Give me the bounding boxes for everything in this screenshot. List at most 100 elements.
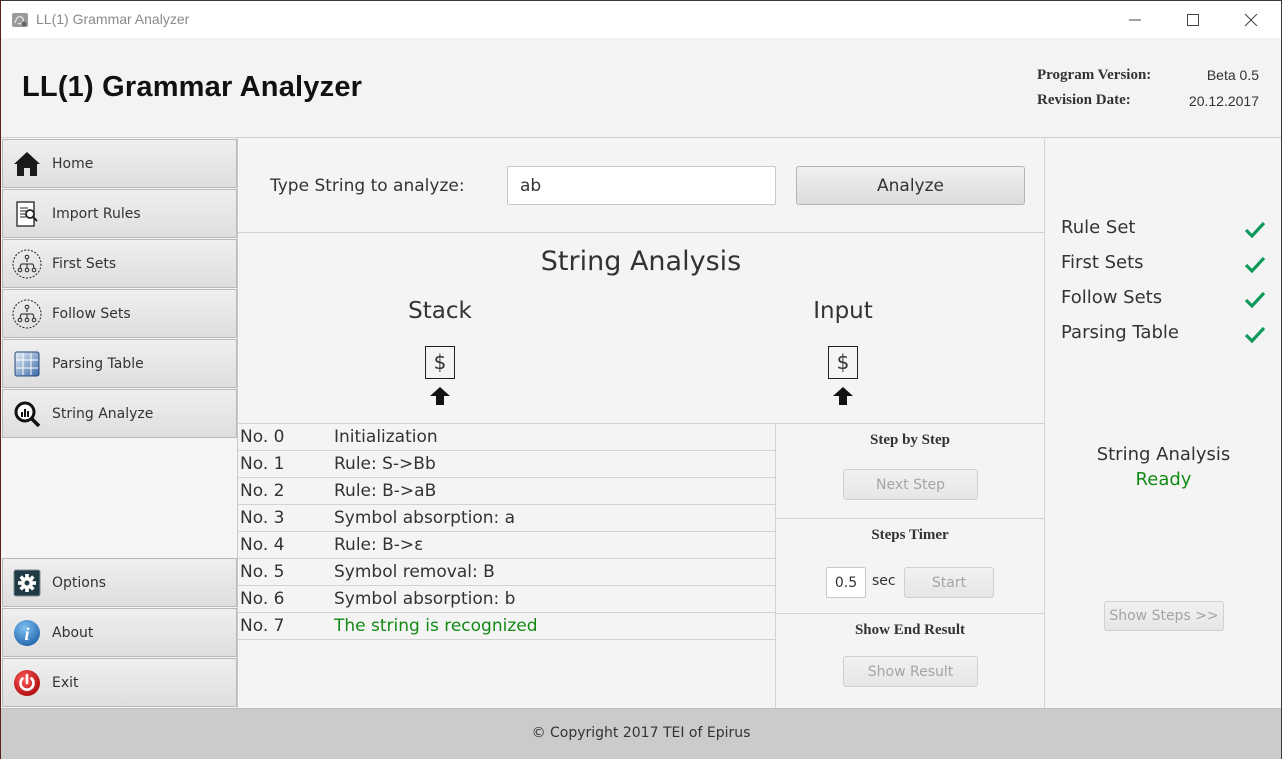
step-description: Symbol absorption: a <box>334 508 516 528</box>
status-label: Parsing Table <box>1061 322 1179 343</box>
stack-label: Stack <box>408 298 472 324</box>
step-row: No. 3 Symbol absorption: a <box>238 505 775 532</box>
section-title: String Analysis <box>540 246 742 277</box>
timer-unit-label: sec <box>872 573 896 589</box>
steps-timer-title: Steps Timer <box>871 527 949 543</box>
sidebar-item-label: About <box>52 624 94 641</box>
app-header: LL(1) Grammar Analyzer Program Version: … <box>1 38 1281 138</box>
copyright-text: © Copyright 2017 TEI of Epirus <box>531 725 751 741</box>
status-label: Rule Set <box>1061 217 1136 238</box>
info-icon: i <box>12 618 42 648</box>
string-input[interactable] <box>507 166 776 205</box>
window-titlebar: LL(1) Grammar Analyzer <box>0 0 1282 38</box>
steps-list: No. 0 Initialization No. 1 Rule: S->Bb No. 2… <box>238 423 776 708</box>
tree-icon <box>12 249 42 279</box>
close-button[interactable] <box>1222 1 1280 39</box>
step-number: No. 3 <box>240 508 285 528</box>
status-label: Follow Sets <box>1061 287 1163 308</box>
analysis-controls: Step by Step Next Step Steps Timer sec S… <box>776 423 1044 708</box>
chart-search-icon <box>12 399 42 429</box>
step-number: No. 4 <box>240 535 285 555</box>
status-label: First Sets <box>1061 252 1144 273</box>
home-icon <box>12 149 42 179</box>
step-row: No. 4 Rule: B->ε <box>238 532 775 559</box>
step-row: No. 0 Initialization <box>238 424 775 451</box>
show-result-button[interactable]: Show Result <box>843 656 978 687</box>
input-column-label: Input <box>813 298 873 324</box>
sidebar: Home Import Rules First Sets Follow Sets… <box>1 138 238 708</box>
analysis-status-title: String Analysis <box>1096 444 1231 465</box>
input-current-symbol: $ <box>828 346 858 379</box>
sidebar-item-label: Follow Sets <box>52 305 131 322</box>
start-timer-button[interactable]: Start <box>904 567 994 598</box>
gear-icon <box>12 568 42 598</box>
check-icon <box>1244 291 1266 309</box>
tree-icon <box>12 299 42 329</box>
step-row: No. 1 Rule: S->Bb <box>238 451 775 478</box>
step-description: Rule: B->ε <box>334 535 424 555</box>
check-icon <box>1244 326 1266 344</box>
stack-top-symbol: $ <box>425 346 455 379</box>
step-description: Initialization <box>334 427 438 447</box>
sidebar-item-label: Import Rules <box>52 205 141 222</box>
sidebar-item-label: String Analyze <box>52 405 154 422</box>
step-success-message: The string is recognized <box>334 616 538 636</box>
app-title: LL(1) Grammar Analyzer <box>22 71 363 103</box>
sidebar-item-label: Parsing Table <box>52 355 144 372</box>
check-icon <box>1244 256 1266 274</box>
steps-timer-section: Steps Timer sec Start <box>776 519 1044 614</box>
step-row: No. 7 The string is recognized <box>238 613 775 640</box>
step-description: Rule: B->aB <box>334 481 437 501</box>
app-icon <box>12 13 28 27</box>
sidebar-item-first-sets[interactable]: First Sets <box>2 239 237 288</box>
end-result-section: Show End Result Show Result <box>776 614 1044 709</box>
step-number: No. 6 <box>240 589 285 609</box>
svg-text:i: i <box>24 624 29 644</box>
window-title: LL(1) Grammar Analyzer <box>36 11 190 27</box>
footer: © Copyright 2017 TEI of Epirus <box>1 708 1281 759</box>
close-icon <box>1244 13 1258 27</box>
step-number: No. 2 <box>240 481 285 501</box>
input-pointer-arrow-icon <box>833 387 853 405</box>
step-by-step-title: Step by Step <box>869 432 951 448</box>
table-icon <box>12 349 42 379</box>
revision-date-label: Revision Date: <box>1037 92 1131 108</box>
sidebar-item-parsing-table[interactable]: Parsing Table <box>2 339 237 388</box>
main-panel: Type String to analyze: Analyze String A… <box>238 139 1044 708</box>
minimize-icon <box>1129 19 1141 21</box>
maximize-icon <box>1187 14 1199 26</box>
show-steps-button[interactable]: Show Steps >> <box>1104 601 1224 631</box>
step-by-step-section: Step by Step Next Step <box>776 424 1044 519</box>
step-row: No. 5 Symbol removal: B <box>238 559 775 586</box>
sidebar-item-about[interactable]: i About <box>2 608 237 657</box>
document-search-icon <box>12 199 42 229</box>
sidebar-item-follow-sets[interactable]: Follow Sets <box>2 289 237 338</box>
step-number: No. 1 <box>240 454 285 474</box>
sidebar-item-options[interactable]: Options <box>2 558 237 607</box>
step-row: No. 2 Rule: B->aB <box>238 478 775 505</box>
sidebar-item-label: Options <box>52 574 107 591</box>
sidebar-item-home[interactable]: Home <box>2 139 237 188</box>
next-step-button[interactable]: Next Step <box>843 469 978 500</box>
window-border-left <box>0 0 1 759</box>
sidebar-item-import-rules[interactable]: Import Rules <box>2 189 237 238</box>
sidebar-item-string-analyze[interactable]: String Analyze <box>2 389 237 438</box>
maximize-button[interactable] <box>1164 1 1222 39</box>
analysis-status-value: Ready <box>1135 469 1192 490</box>
sidebar-item-exit[interactable]: Exit <box>2 658 237 707</box>
step-description: Symbol absorption: b <box>334 589 516 609</box>
string-input-label: Type String to analyze: <box>270 176 465 196</box>
sidebar-item-label: Exit <box>52 674 79 691</box>
program-version-label: Program Version: <box>1037 67 1152 83</box>
timer-seconds-input[interactable] <box>826 567 866 598</box>
analyze-button[interactable]: Analyze <box>796 166 1025 205</box>
minimize-button[interactable] <box>1106 1 1164 39</box>
step-description: Rule: S->Bb <box>334 454 436 474</box>
sidebar-item-label: First Sets <box>52 255 117 272</box>
input-row: Type String to analyze: Analyze <box>238 139 1044 233</box>
check-icon <box>1244 221 1266 239</box>
step-description: Symbol removal: B <box>334 562 495 582</box>
status-panel: Rule Set First Sets Follow Sets Parsing Tab… <box>1044 139 1281 708</box>
power-icon <box>12 668 42 698</box>
sidebar-item-label: Home <box>52 155 94 172</box>
